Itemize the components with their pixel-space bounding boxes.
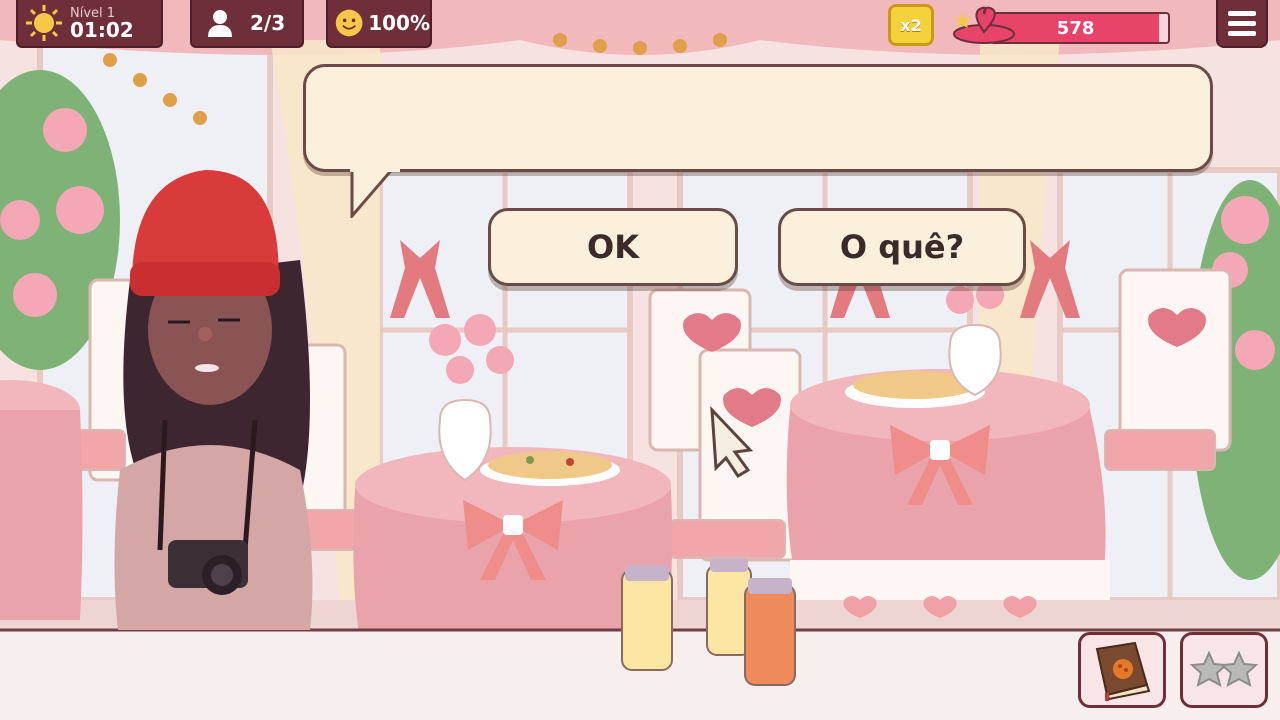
multiplier-text: x2 [900,15,922,35]
smiley-icon [335,9,363,37]
choice-ok-label: OK [587,228,639,266]
satisfaction-value: 100% [368,11,430,35]
sun-icon [26,5,62,41]
recipe-book-button[interactable] [1078,632,1166,708]
multiplier-badge: x2 [888,4,934,46]
satisfaction-panel: 100% [326,0,432,48]
customers-count: 2/3 [250,11,286,35]
heart-bowl-icon [953,6,1015,44]
dialog-bubble [303,64,1213,172]
stars-button[interactable] [1180,632,1268,708]
hearts-value: 578 [1056,17,1095,39]
choice-what-label: O quê? [839,228,965,266]
table-far-left [0,380,83,620]
choice-ok-button[interactable]: OK [488,208,738,286]
recipe-book-icon [1095,641,1151,701]
hearts-progress-fill: 578 [992,14,1160,42]
menu-button[interactable] [1216,0,1268,48]
choice-what-button[interactable]: O quê? [778,208,1026,286]
timer-value: 01:02 [70,17,134,42]
customer-icon [208,10,232,37]
menu-icon [1228,10,1256,16]
level-timer-panel: Nível 1 01:02 [16,0,163,48]
hearts-progress-bar: 578 [990,12,1170,44]
dialog-text [306,67,1210,107]
customers-panel: 2/3 [190,0,304,48]
stars-icon [1189,650,1259,687]
game-scene: Nível 1 01:02 2/3 100% x2 578 OK O quê? [0,0,1280,720]
dialog-bubble-tail [350,166,400,218]
